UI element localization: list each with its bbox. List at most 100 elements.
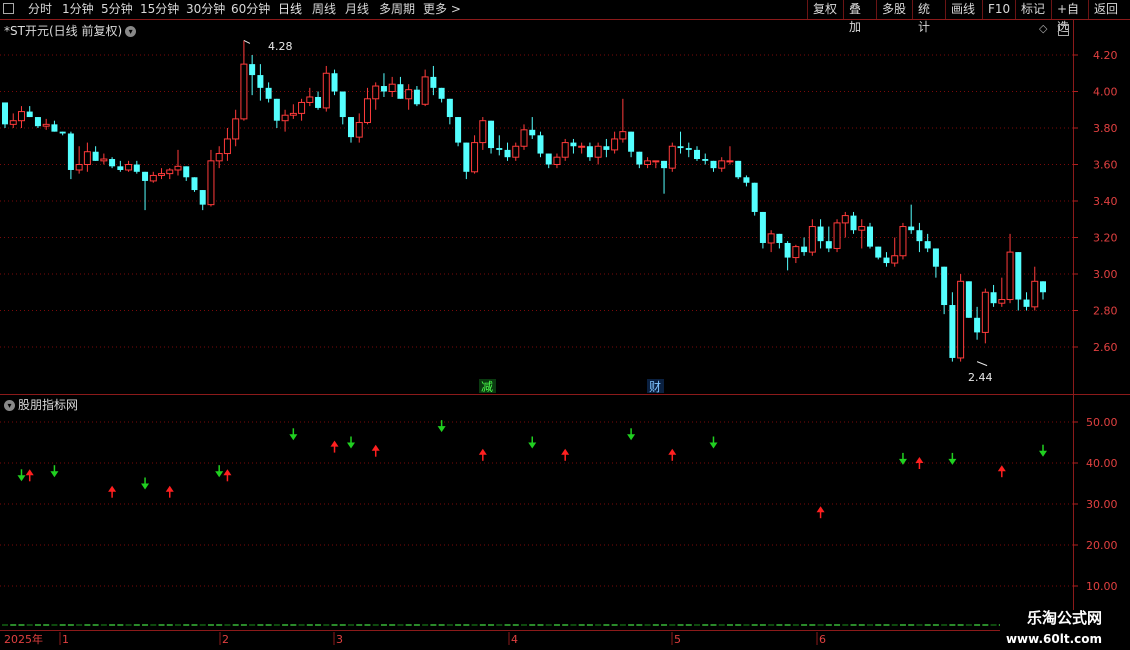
candle [702,153,709,165]
candle [413,86,420,107]
watermark-url: www.60lt.com [1005,632,1102,646]
down-arrow-icon [948,452,957,465]
candle [916,222,923,253]
price-tick-label: 3.60 [1093,159,1118,172]
candle [133,160,140,174]
candle [537,131,544,158]
price-tick-label: 3.80 [1093,122,1118,135]
chart-area[interactable]: 4.20 4.00 3.80 3.60 3.40 3.20 3.00 2.80 2.60 50.0… [0,0,1130,650]
candle [430,65,437,96]
candle [801,237,808,256]
candle [553,153,561,169]
candle [331,69,338,96]
candle [1006,233,1014,304]
candle [191,177,198,192]
up-arrow-icon [371,444,380,457]
candle [59,131,66,136]
candle [479,117,487,150]
candle [315,91,322,110]
candle [570,138,577,154]
candle [125,160,133,172]
cai-marker[interactable]: 财 [649,380,661,394]
candle [183,166,190,181]
up-arrow-icon [816,506,825,519]
candle [1031,266,1039,311]
candle [363,87,371,125]
candle [289,104,297,119]
candle [471,135,479,174]
candle [792,244,800,264]
candle [561,138,569,161]
candle [965,281,972,318]
up-arrow-icon [330,440,339,453]
candle [2,102,8,128]
candle [957,274,965,362]
candle [949,292,956,362]
candle [899,222,907,260]
month-label: 5 [674,633,681,646]
candle [109,157,116,169]
candle [833,219,841,253]
candle [668,142,676,172]
candle [240,40,248,121]
jian-marker[interactable]: 减 [481,380,493,394]
candle [694,146,700,161]
candle [372,82,380,110]
candle [26,106,33,118]
candle [751,182,758,216]
candle [265,82,272,103]
down-arrow-icon [215,465,224,478]
candle [520,124,528,150]
candle [990,284,997,307]
candle [142,171,149,211]
candle [710,160,717,172]
candle [322,65,330,112]
candle [249,55,256,96]
candle [166,168,174,180]
candle [92,146,99,161]
candle [51,120,58,132]
up-arrow-icon [223,469,232,482]
candle [735,160,742,180]
candle [743,175,750,187]
candle [215,146,223,169]
up-arrow-icon [915,457,924,469]
candle [850,211,857,234]
price-tick-label: 2.80 [1093,305,1118,318]
candle [158,168,166,180]
candle [421,69,429,107]
candle [661,160,668,194]
down-arrow-icon [709,436,718,449]
candle [883,252,890,267]
up-arrow-icon [668,448,677,461]
candle [726,146,734,165]
watermark-title: 乐淘公式网 [1026,609,1102,627]
candle [1015,252,1022,311]
candle [875,246,882,260]
candle [496,135,503,156]
down-arrow-icon [1039,444,1047,457]
candle [83,142,91,172]
candle [891,237,899,267]
candle [603,138,610,158]
candle [438,87,445,103]
candle [817,219,824,249]
candle [397,76,404,99]
candle [776,233,783,249]
down-arrow-icon [528,436,537,449]
candle [636,151,643,169]
candle [998,277,1006,307]
candle [677,131,684,154]
candle [941,266,948,315]
candle [932,248,939,278]
low-annotation: 2.44 [968,371,993,384]
high-leader [243,39,251,44]
candle [512,142,520,161]
candle [644,157,652,169]
candle [117,160,124,172]
month-label: 1 [62,633,69,646]
candle [207,149,215,207]
price-tick-label: 2.60 [1093,341,1118,354]
up-arrow-icon [108,485,117,498]
candle [223,128,231,161]
